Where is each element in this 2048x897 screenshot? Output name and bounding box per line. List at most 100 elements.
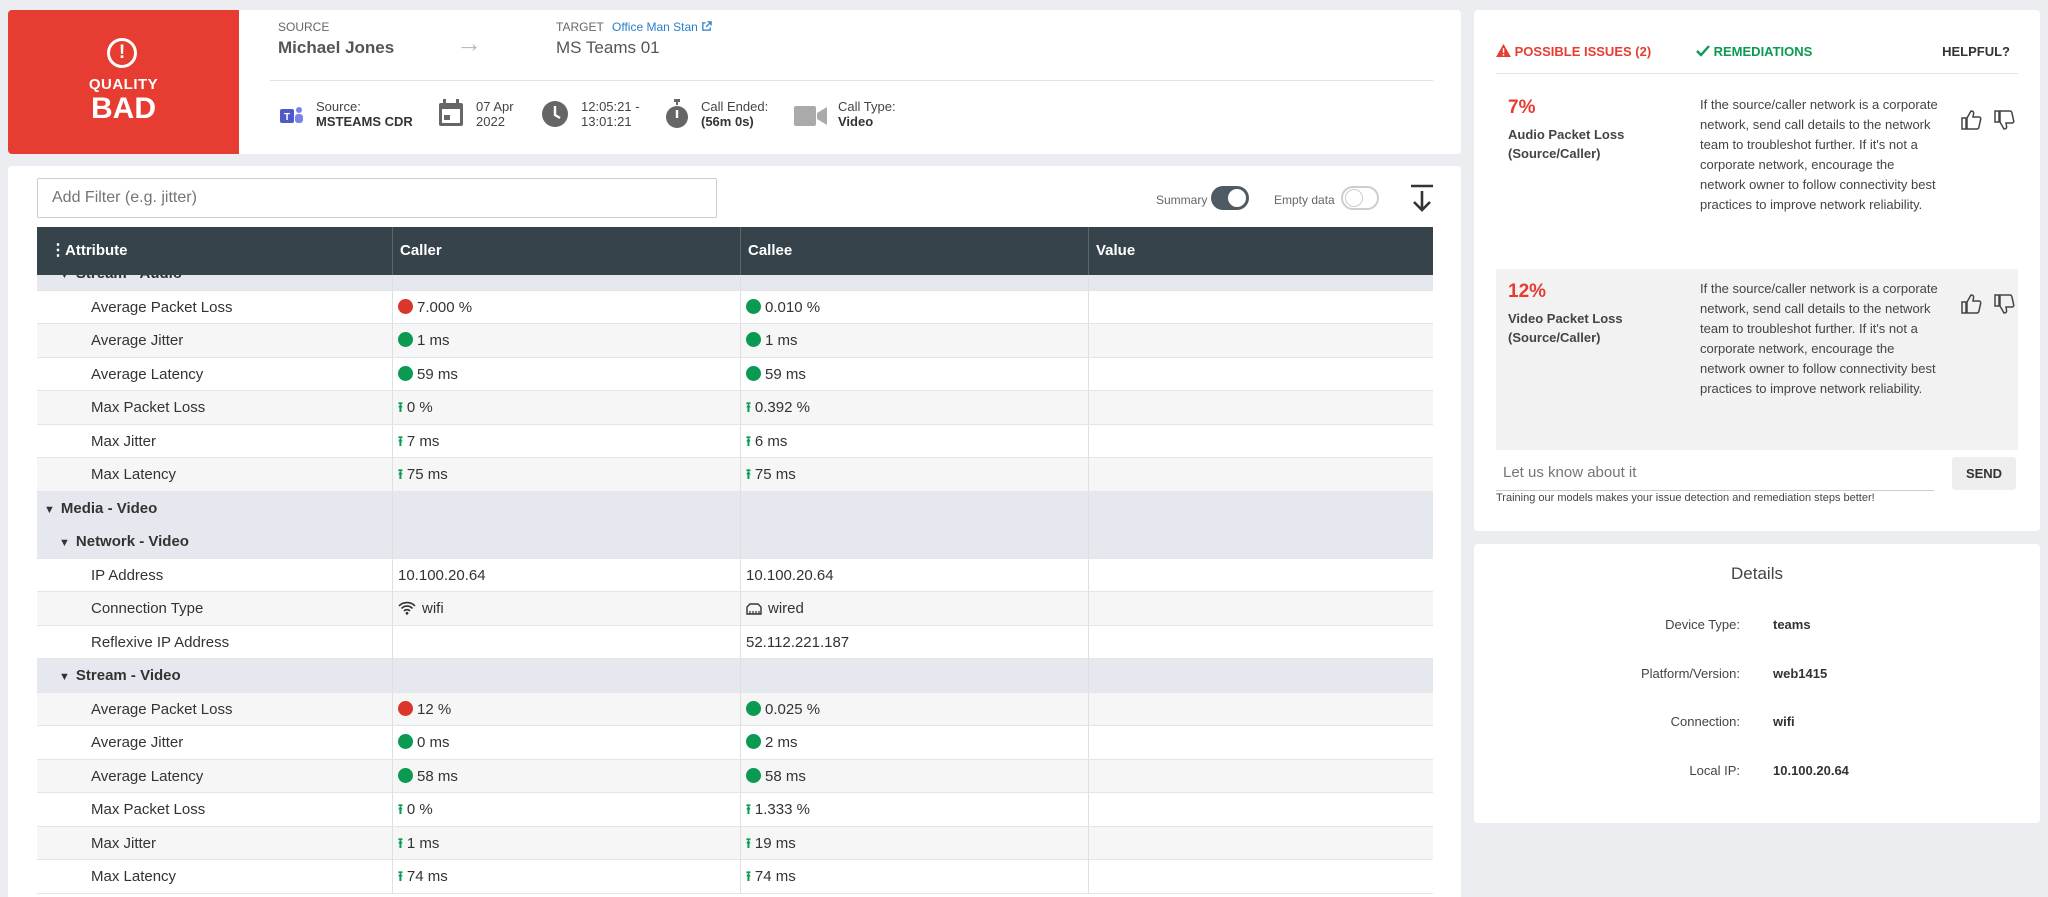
issue-percent: 7% xyxy=(1508,97,1536,118)
callee-cell xyxy=(741,659,1089,692)
table-row[interactable]: Max Latency ⭱ 74 ms ⭱ 74 ms xyxy=(37,860,1433,894)
caret-down-icon[interactable]: ▼ xyxy=(44,494,55,525)
issue-remediation: If the source/caller network is a corpor… xyxy=(1700,97,1938,212)
issue-title: Audio Packet Loss (Source/Caller) xyxy=(1508,127,1625,161)
attribute-cell: Max Packet Loss xyxy=(37,793,393,826)
caret-down-icon[interactable]: ▼ xyxy=(59,275,70,290)
attributes-card: Summary Empty data ⋮ Attribute Caller Ca… xyxy=(8,166,1461,897)
arrow-up-icon: ⭱ xyxy=(746,399,751,415)
details-card: Details Device Type: teams Platform/Vers… xyxy=(1474,544,2040,823)
header-divider xyxy=(270,80,1433,81)
ethernet-icon xyxy=(746,603,762,615)
thumbs-up-icon[interactable] xyxy=(1960,109,1982,131)
filter-input[interactable] xyxy=(37,178,717,218)
caller-cell: ⭱ 75 ms xyxy=(393,458,741,491)
thumbs-up-icon[interactable] xyxy=(1960,293,1982,315)
table-row[interactable]: Average Jitter 0 ms 2 ms xyxy=(37,726,1433,760)
target-link[interactable]: Office Man Stan xyxy=(612,20,712,34)
meta-source: Source: MSTEAMS CDR xyxy=(316,99,413,129)
target-link-label[interactable]: Office Man Stan xyxy=(612,20,698,34)
caller-cell: ⭱ 74 ms xyxy=(393,860,741,893)
caret-down-icon[interactable]: ▼ xyxy=(59,527,70,558)
calendar-icon xyxy=(439,99,463,126)
video-camera-icon xyxy=(794,106,827,126)
table-row[interactable]: Average Packet Loss 7.000 % 0.010 % xyxy=(37,290,1433,324)
caller-cell xyxy=(393,525,741,558)
group-label[interactable]: ▼Stream - Audio xyxy=(37,275,393,290)
attribute-cell: Max Jitter xyxy=(37,826,393,860)
table-group-row[interactable]: ▼ Network - Video xyxy=(37,525,1433,559)
issues-header: POSSIBLE ISSUES (2) REMEDIATIONS HELPFUL… xyxy=(1496,32,2018,74)
value-cell xyxy=(1089,760,1433,793)
table-body[interactable]: ▼Stream - AudioAverage Packet Loss7.000 … xyxy=(37,275,1433,897)
external-link-icon[interactable] xyxy=(701,21,712,32)
callee-cell: ⭱ 74 ms xyxy=(741,860,1089,893)
group-label[interactable]: ▼ Network - Video xyxy=(37,525,393,558)
status-good-icon xyxy=(746,365,761,381)
column-header-attribute[interactable]: ⋮ Attribute xyxy=(37,227,393,275)
caret-down-icon[interactable]: ▼ xyxy=(59,661,70,692)
table-row[interactable]: Connection Type wifi wired xyxy=(37,592,1433,626)
group-label[interactable]: ▼ Stream - Video xyxy=(37,659,393,692)
quality-badge: ! QUALITY BAD xyxy=(8,10,239,154)
value-cell xyxy=(1089,291,1433,324)
table-row[interactable]: Max Packet Loss ⭱ 0 % ⭱ 0.392 % xyxy=(37,391,1433,425)
feedback-input[interactable] xyxy=(1496,455,1934,491)
table-row[interactable]: Max Latency ⭱ 75 ms ⭱ 75 ms xyxy=(37,458,1433,492)
caller-cell xyxy=(393,625,741,659)
column-header-callee[interactable]: Callee xyxy=(741,227,1089,275)
arrow-up-icon: ⭱ xyxy=(398,432,403,449)
caller-cell xyxy=(393,659,741,692)
callee-cell: ⭱ 6 ms xyxy=(741,424,1089,458)
table-group-row[interactable]: ▼Stream - Audio xyxy=(37,275,1433,291)
alert-circle-icon: ! xyxy=(107,38,137,68)
table-row[interactable]: Max Packet Loss ⭱ 0 % ⭱ 1.333 % xyxy=(37,793,1433,827)
table-row[interactable]: Reflexive IP Address 52.112.221.187 xyxy=(37,625,1433,659)
thumbs-down-icon[interactable] xyxy=(1993,109,2015,131)
table-row[interactable]: IP Address 10.100.20.64 10.100.20.64 xyxy=(37,558,1433,592)
attribute-cell: Connection Type xyxy=(37,592,393,625)
target-caption: TARGET xyxy=(556,20,604,34)
meta-type: Call Type: Video xyxy=(838,99,896,129)
callee-cell: 0.010 % xyxy=(741,290,1089,324)
callee-cell: 0.025 % xyxy=(741,692,1089,726)
arrow-up-icon: ⭱ xyxy=(746,801,751,817)
table-row[interactable]: Average Jitter 1 ms 1 ms xyxy=(37,324,1433,358)
caller-cell xyxy=(393,275,741,290)
svg-text:T: T xyxy=(284,112,290,123)
value-cell xyxy=(1089,626,1433,659)
table-group-row[interactable]: ▼ Stream - Video xyxy=(37,659,1433,693)
table-row[interactable]: Average Latency 59 ms 59 ms xyxy=(37,357,1433,391)
column-header-value[interactable]: Value xyxy=(1089,227,1433,275)
status-good-icon xyxy=(746,298,761,314)
caller-cell: 59 ms xyxy=(393,357,741,391)
empty-data-toggle[interactable] xyxy=(1341,186,1379,210)
target-name: MS Teams 01 xyxy=(556,38,660,57)
attribute-cell: Average Packet Loss xyxy=(37,692,393,726)
attribute-cell: Max Latency xyxy=(37,458,393,491)
caller-cell: ⭱ 0 % xyxy=(393,391,741,424)
callee-cell xyxy=(741,525,1089,558)
table-row[interactable]: Average Latency 58 ms 58 ms xyxy=(37,759,1433,793)
table-row[interactable]: Max Jitter ⭱ 7 ms ⭱ 6 ms xyxy=(37,424,1433,458)
quality-value: BAD xyxy=(91,92,156,125)
attribute-cell: Average Jitter xyxy=(37,726,393,759)
group-label[interactable]: ▼ Media - Video xyxy=(37,491,393,525)
thumbs-down-icon[interactable] xyxy=(1993,293,2015,315)
toggle-knob xyxy=(1228,189,1246,207)
send-button[interactable]: SEND xyxy=(1952,457,2016,490)
callee-cell xyxy=(741,275,1089,290)
column-menu-icon[interactable]: ⋮ xyxy=(50,227,66,275)
arrow-right-icon: → xyxy=(456,28,482,58)
column-header-caller[interactable]: Caller xyxy=(393,227,741,275)
table-group-row[interactable]: ▼ Media - Video xyxy=(37,491,1433,525)
status-good-icon xyxy=(746,700,761,716)
value-cell xyxy=(1089,525,1433,558)
table-row[interactable]: Max Jitter ⭱ 1 ms ⭱ 19 ms xyxy=(37,826,1433,860)
status-good-icon xyxy=(746,734,761,749)
summary-toggle[interactable] xyxy=(1211,186,1249,210)
caller-cell: 7.000 % xyxy=(393,290,741,324)
callee-cell: ⭱ 1.333 % xyxy=(741,793,1089,826)
table-row[interactable]: Average Packet Loss 12 % 0.025 % xyxy=(37,692,1433,726)
download-icon[interactable] xyxy=(1409,184,1435,214)
